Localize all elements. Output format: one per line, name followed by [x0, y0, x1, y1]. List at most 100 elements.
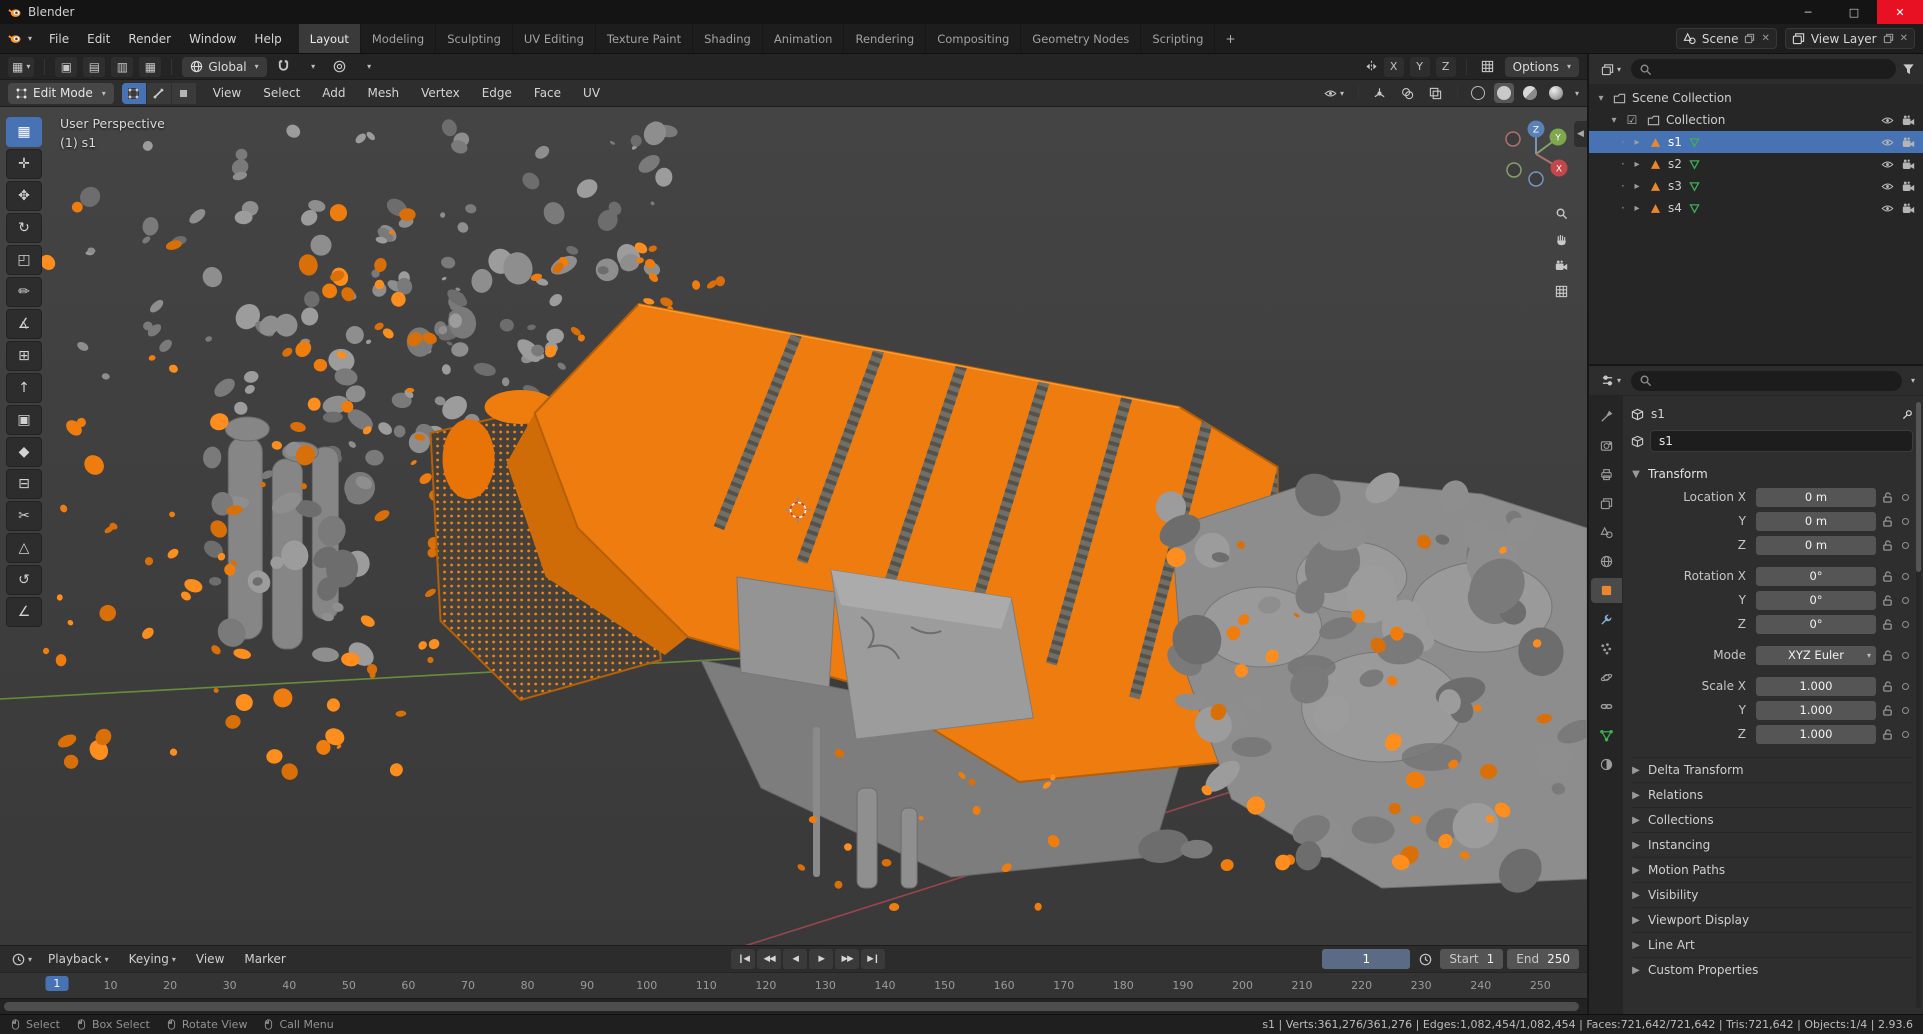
breadcrumb-object[interactable]: s1 — [1651, 407, 1665, 421]
current-frame-field[interactable]: 1 — [1322, 949, 1410, 969]
transform-value-field[interactable]: XYZ Euler▾ — [1756, 646, 1876, 665]
toggle-grid-icon[interactable] — [1555, 285, 1568, 298]
pan-hand-icon[interactable] — [1555, 233, 1568, 246]
panel-delta-transform[interactable]: ▶ Delta Transform — [1631, 757, 1913, 782]
outliner-object-s1[interactable]: · ▸ s1 — [1589, 131, 1923, 153]
viewport-menu-vertex[interactable]: Vertex — [412, 86, 469, 100]
timeline-menu-view[interactable]: View▾ — [188, 952, 232, 966]
menubar-item-file[interactable]: File — [40, 24, 78, 53]
workspace-tab-uv-editing[interactable]: UV Editing — [513, 24, 596, 53]
panel-motion-paths[interactable]: ▶ Motion Paths — [1631, 857, 1913, 882]
tool-annotate[interactable]: ✏ — [6, 277, 42, 307]
tool-shear[interactable]: ∠ — [6, 597, 42, 627]
blender-menu-button[interactable]: ▾ — [0, 24, 40, 53]
close-button[interactable]: ✕ — [1877, 0, 1923, 24]
sidebar-collapse-tab[interactable]: ◀ — [1574, 121, 1587, 147]
outliner-object-s3[interactable]: · ▸ s3 — [1589, 175, 1923, 197]
viewport-menu-uv[interactable]: UV — [574, 86, 609, 100]
transform-orientation-dropdown[interactable]: Global▾ — [182, 57, 266, 77]
workspace-tab-scripting[interactable]: Scripting — [1141, 24, 1215, 53]
object-name-field[interactable]: s1 — [1650, 430, 1913, 452]
timeline-editor-type-dropdown[interactable]: ▾ — [8, 949, 36, 969]
viewport-menu-select[interactable]: Select — [254, 86, 309, 100]
properties-tab-object[interactable] — [1591, 578, 1622, 603]
menubar-item-edit[interactable]: Edit — [78, 24, 119, 53]
properties-tab-constraints[interactable] — [1591, 694, 1622, 719]
transform-value-field[interactable]: 0 m▾ — [1756, 512, 1876, 531]
snap-grid-icon[interactable] — [1477, 57, 1499, 77]
outliner-collection[interactable]: ▾ ☑ Collection — [1589, 109, 1923, 131]
timeline-scrollbar[interactable] — [0, 998, 1587, 1014]
play-reverse-button[interactable]: ◀ — [783, 949, 807, 969]
jump-to-prev-keyframe-button[interactable]: ◀◀ — [757, 949, 781, 969]
shading-material-button[interactable] — [1520, 83, 1540, 103]
outliner-search-input[interactable] — [1658, 62, 1888, 76]
timeline-ruler[interactable]: 1 10203040506070809010011012013014015016… — [0, 972, 1587, 998]
tool-move[interactable]: ✥ — [6, 181, 42, 211]
lock-icon[interactable] — [1876, 705, 1898, 716]
workspace-tab-sculpting[interactable]: Sculpting — [436, 24, 513, 53]
transform-value-field[interactable]: 0 m▾ — [1756, 488, 1876, 507]
tool-scale[interactable]: ◰ — [6, 245, 42, 275]
lock-icon[interactable] — [1876, 571, 1898, 582]
tool-inset-faces[interactable]: ▣ — [6, 405, 42, 435]
navigation-gizmo[interactable]: Z Y X — [1499, 117, 1573, 191]
properties-tab-modifiers[interactable] — [1591, 607, 1622, 632]
xray-toggle[interactable] — [1425, 83, 1447, 103]
properties-tab-material[interactable] — [1591, 752, 1622, 777]
snap-toggle[interactable] — [273, 57, 295, 77]
properties-tab-world[interactable] — [1591, 549, 1622, 574]
animate-decorator[interactable] — [1898, 731, 1913, 738]
jump-to-next-keyframe-button[interactable]: ▶▶ — [835, 949, 859, 969]
camera-visibility-icon[interactable] — [1900, 158, 1916, 171]
frame-end-field[interactable]: End250 — [1507, 949, 1579, 969]
lock-icon[interactable] — [1876, 619, 1898, 630]
panel-instancing[interactable]: ▶ Instancing — [1631, 832, 1913, 857]
expand-icon[interactable]: ▸ — [1632, 159, 1642, 170]
animate-decorator[interactable] — [1898, 494, 1913, 501]
properties-tab-tool[interactable] — [1591, 404, 1622, 429]
select-op-extend[interactable]: ▤ — [83, 57, 105, 77]
workspace-tab-shading[interactable]: Shading — [693, 24, 763, 53]
transform-value-field[interactable]: 1.000▾ — [1756, 725, 1876, 744]
menubar-item-help[interactable]: Help — [245, 24, 290, 53]
camera-visibility-icon[interactable] — [1900, 136, 1916, 149]
proportional-falloff-dropdown[interactable]: ▾ — [357, 57, 379, 77]
timeline-menu-marker[interactable]: Marker▾ — [236, 952, 293, 966]
menubar-item-window[interactable]: Window — [180, 24, 245, 53]
frame-start-field[interactable]: Start1 — [1440, 949, 1503, 969]
expand-icon[interactable]: ▸ — [1632, 203, 1642, 214]
outliner-search[interactable] — [1631, 59, 1896, 79]
select-mode-edge[interactable] — [147, 83, 171, 104]
properties-editor-type-dropdown[interactable]: ▾ — [1597, 371, 1625, 391]
expand-icon[interactable]: ▾ — [1609, 115, 1619, 126]
outliner-editor-type-dropdown[interactable]: ▾ — [1597, 59, 1625, 79]
tool-extrude-region[interactable]: ↑ — [6, 373, 42, 403]
view-layer-selector[interactable]: View Layer ✕ — [1785, 28, 1915, 49]
zoom-icon[interactable] — [1555, 207, 1568, 220]
properties-tab-object-data[interactable] — [1591, 723, 1622, 748]
camera-view-icon[interactable] — [1555, 259, 1568, 272]
snap-settings-dropdown[interactable]: ▾ — [301, 57, 323, 77]
outliner-scene-collection[interactable]: ▾ Scene Collection — [1589, 87, 1923, 109]
viewport-menu-face[interactable]: Face — [525, 86, 570, 100]
workspace-tab-rendering[interactable]: Rendering — [844, 24, 926, 53]
play-button[interactable]: ▶ — [809, 949, 833, 969]
select-mode-vertex[interactable] — [122, 83, 146, 104]
maximize-button[interactable]: □ — [1831, 0, 1877, 24]
mirror-x-toggle[interactable]: X — [1384, 57, 1404, 77]
checkbox-icon[interactable]: ☑ — [1624, 113, 1640, 127]
menubar-item-render[interactable]: Render — [119, 24, 180, 53]
lock-icon[interactable] — [1876, 729, 1898, 740]
remove-view-layer-icon[interactable]: ✕ — [1900, 33, 1908, 44]
3d-viewport[interactable]: ▦✛✥↻◰✏∡⊞↑▣◆⊟✂△↺∠ User Perspective (1) s1 — [0, 107, 1587, 945]
use-preview-range-icon[interactable] — [1414, 949, 1436, 969]
hide-icon[interactable] — [1879, 202, 1895, 215]
panel-viewport-display[interactable]: ▶ Viewport Display — [1631, 907, 1913, 932]
transform-value-field[interactable]: 1.000▾ — [1756, 677, 1876, 696]
lock-icon[interactable] — [1876, 492, 1898, 503]
properties-scrollbar[interactable] — [1916, 402, 1921, 1008]
panel-line-art[interactable]: ▶ Line Art — [1631, 932, 1913, 957]
transform-value-field[interactable]: 0 m▾ — [1756, 536, 1876, 555]
expand-icon[interactable]: ▸ — [1632, 181, 1642, 192]
